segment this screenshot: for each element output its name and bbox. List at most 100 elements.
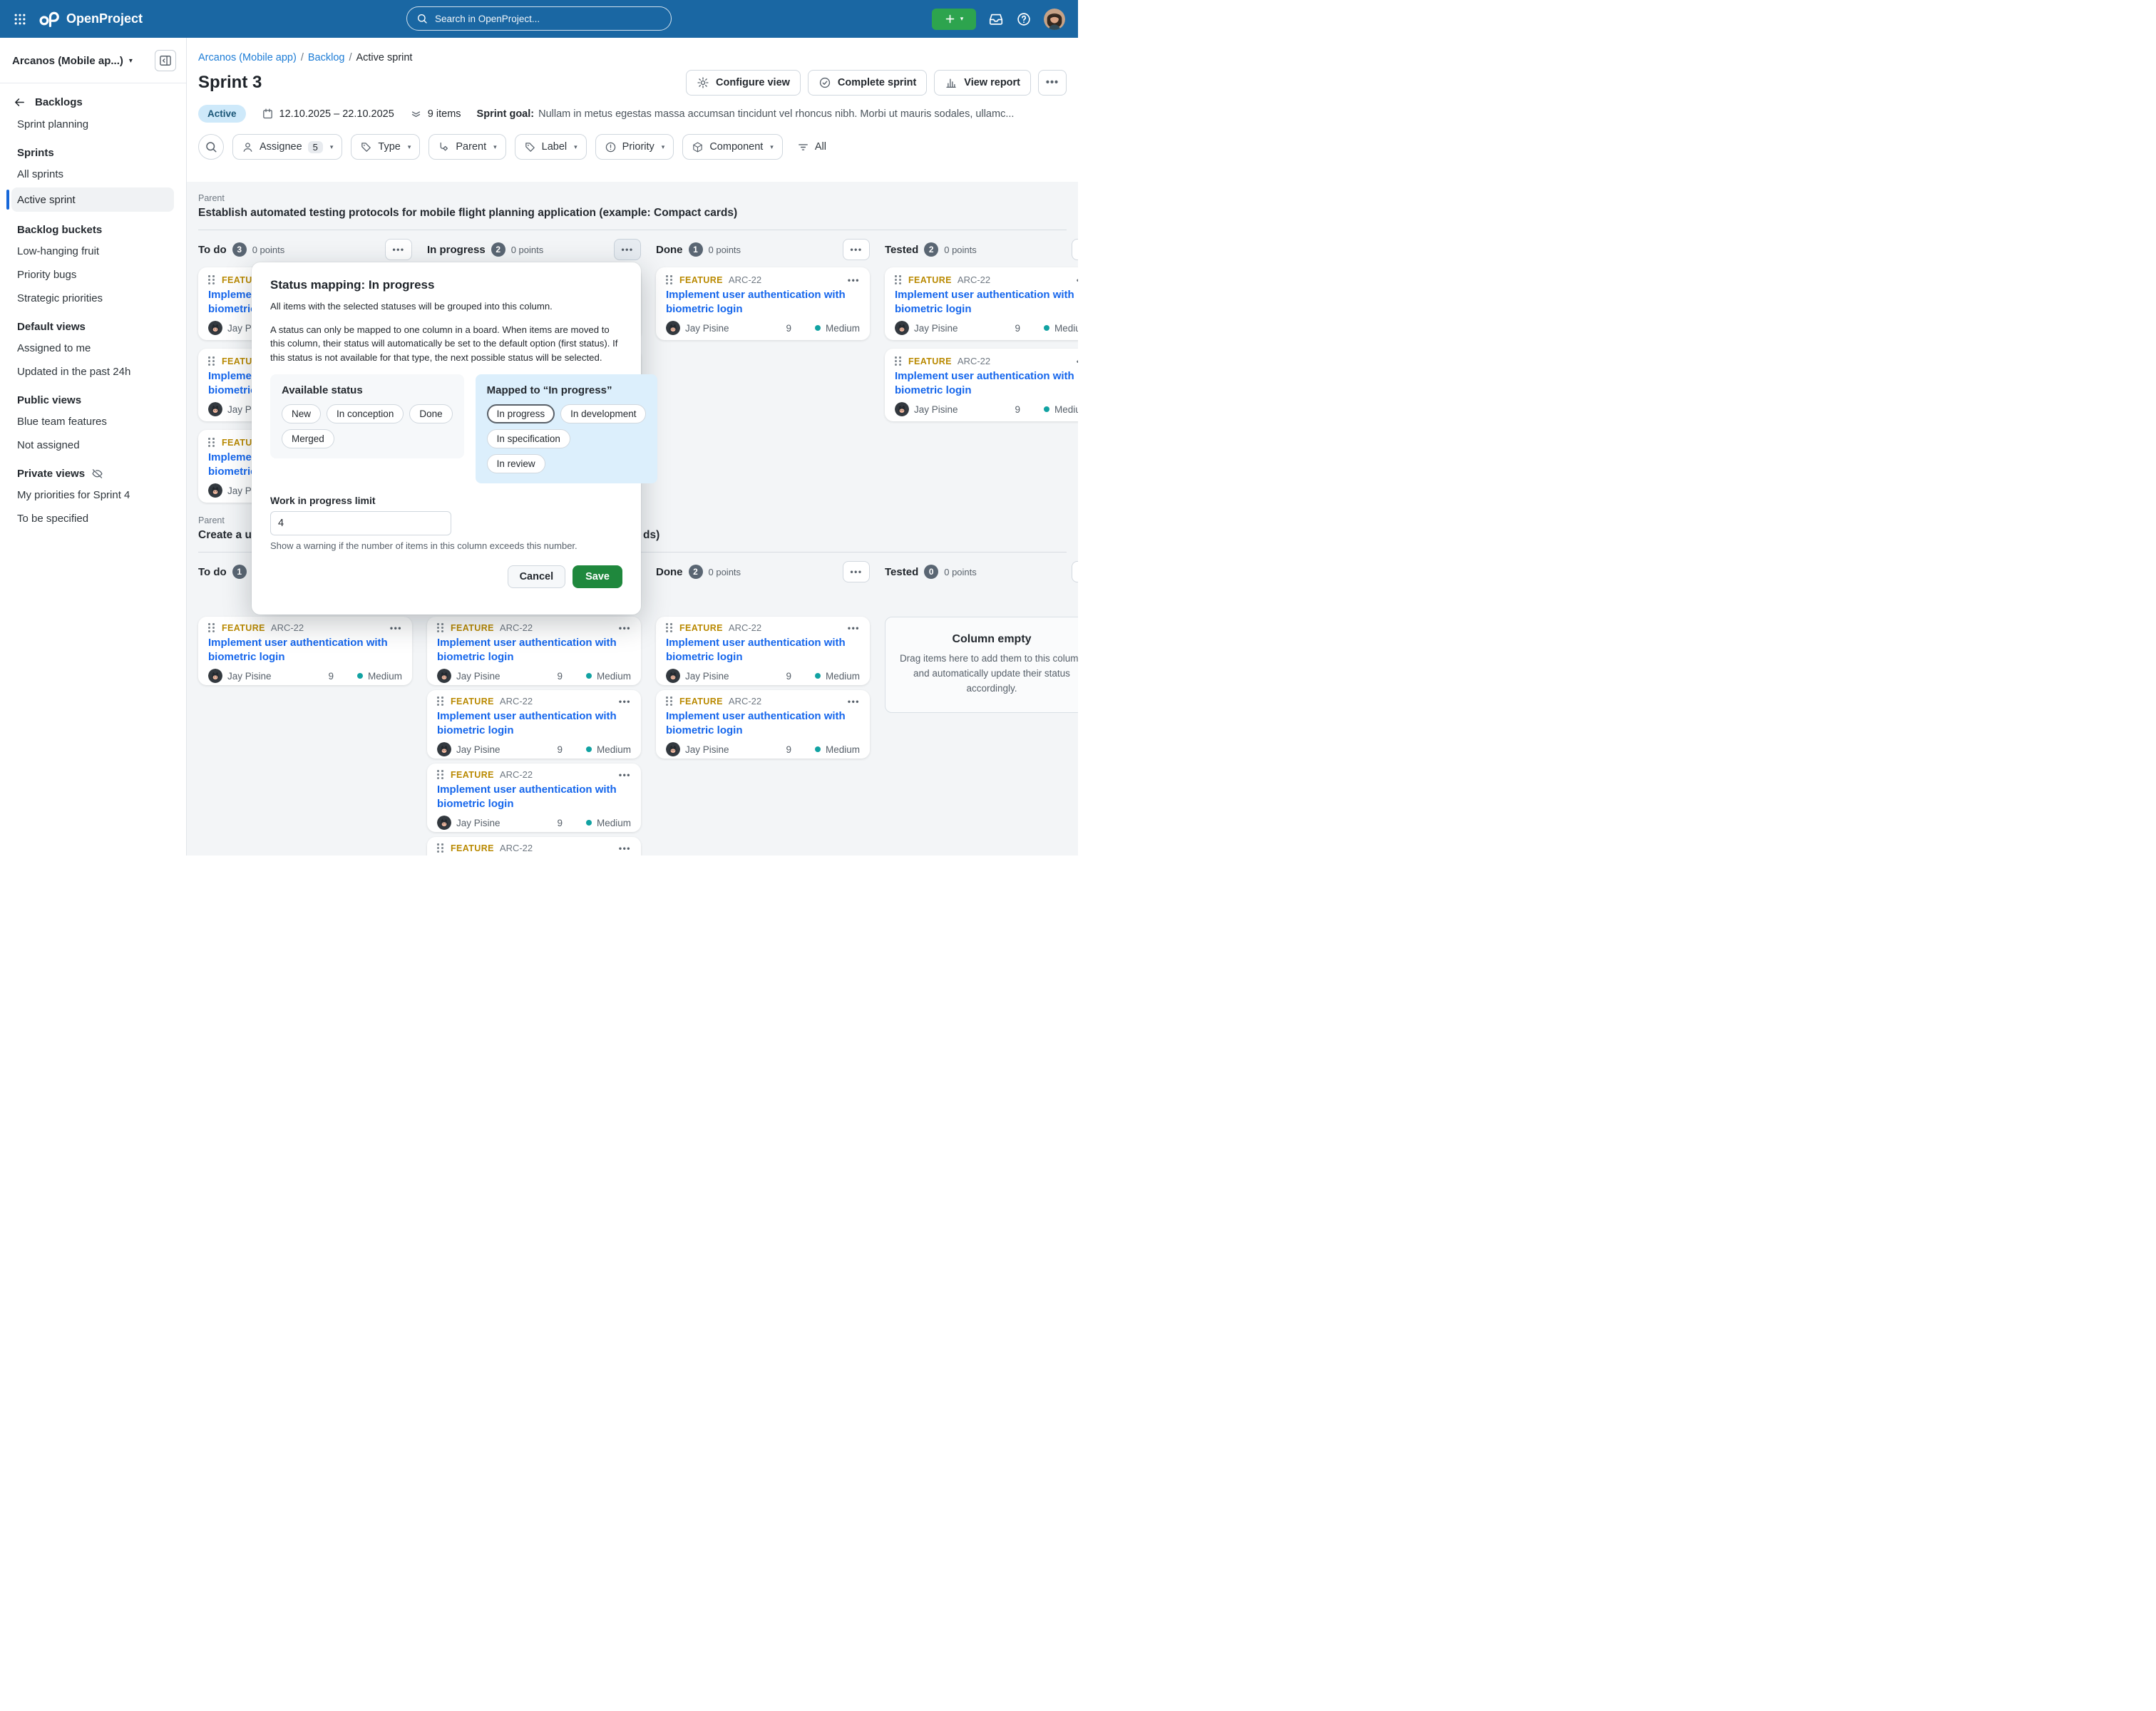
- complete-sprint-button[interactable]: Complete sprint: [808, 70, 927, 96]
- drag-handle-icon[interactable]: [666, 275, 674, 284]
- status-pill-in-progress[interactable]: In progress: [487, 404, 555, 423]
- work-item-card[interactable]: FEATUREARC-22•••Implement user authentic…: [427, 764, 641, 832]
- sidebar-item-assigned-to-me[interactable]: Assigned to me: [0, 336, 186, 360]
- drag-handle-icon[interactable]: [208, 275, 216, 284]
- status-pill-new[interactable]: New: [282, 404, 321, 423]
- drag-handle-icon[interactable]: [895, 356, 903, 366]
- breadcrumb-backlog-link[interactable]: Backlog: [308, 52, 345, 63]
- work-item-link[interactable]: Implement user authentication with biome…: [666, 288, 860, 317]
- card-menu-button[interactable]: •••: [390, 623, 402, 633]
- filter-label[interactable]: Label▾: [515, 134, 587, 160]
- sidebar-item-sprint-planning[interactable]: Sprint planning: [0, 113, 186, 136]
- card-menu-button[interactable]: •••: [1077, 356, 1078, 366]
- filter-priority[interactable]: Priority▾: [595, 134, 674, 160]
- breadcrumb-project-link[interactable]: Arcanos (Mobile app): [198, 52, 297, 63]
- global-search[interactable]: [406, 6, 672, 31]
- work-item-link[interactable]: Implement user authentication with biome…: [437, 783, 631, 811]
- card-menu-button[interactable]: •••: [619, 623, 631, 633]
- work-item-card[interactable]: FEATUREARC-22•••Implement user authentic…: [656, 690, 870, 759]
- work-item-card[interactable]: FEATUREARC-22•••Implement user authentic…: [427, 837, 641, 856]
- collapse-sidebar-button[interactable]: [155, 50, 176, 71]
- drag-handle-icon[interactable]: [895, 275, 903, 284]
- notifications-inbox-icon[interactable]: [988, 11, 1004, 27]
- more-actions-button[interactable]: •••: [1038, 70, 1067, 96]
- work-item-link[interactable]: Implement user authentication with biome…: [437, 709, 631, 738]
- work-item-link[interactable]: Implement user authentication with biome…: [666, 709, 860, 738]
- card-menu-button[interactable]: •••: [619, 770, 631, 780]
- drag-handle-icon[interactable]: [437, 623, 445, 632]
- work-item-link[interactable]: Implement user authentication with biome…: [208, 636, 402, 664]
- drag-handle-icon[interactable]: [437, 843, 445, 853]
- user-avatar[interactable]: [1044, 9, 1065, 30]
- sidebar-item-blue-team-features[interactable]: Blue team features: [0, 410, 186, 433]
- work-item-card[interactable]: FEATUREARC-22•••Implement user authentic…: [198, 617, 412, 685]
- help-icon[interactable]: [1016, 11, 1032, 27]
- work-item-card[interactable]: FEATUREARC-22•••Implement user authentic…: [885, 349, 1078, 421]
- wip-limit-input[interactable]: [270, 511, 451, 535]
- sidebar-item-low-hanging-fruit[interactable]: Low-hanging fruit: [0, 240, 186, 263]
- card-menu-button[interactable]: •••: [848, 623, 860, 633]
- drag-handle-icon[interactable]: [666, 623, 674, 632]
- project-selector[interactable]: Arcanos (Mobile ap...) ▾: [0, 38, 186, 81]
- filter-parent[interactable]: Parent▾: [428, 134, 505, 160]
- empty-state-title: Column empty: [898, 633, 1078, 646]
- card-menu-button[interactable]: •••: [1077, 275, 1078, 285]
- work-item-card[interactable]: FEATUREARC-22•••Implement user authentic…: [427, 617, 641, 685]
- work-item-link[interactable]: Implement user authentication with biome…: [895, 369, 1078, 398]
- work-item-card[interactable]: FEATUREARC-22•••Implement user authentic…: [656, 267, 870, 340]
- drag-handle-icon[interactable]: [208, 356, 216, 366]
- filter-assignee[interactable]: Assignee5▾: [232, 134, 342, 160]
- drag-handle-icon[interactable]: [666, 697, 674, 706]
- card-menu-button[interactable]: •••: [619, 697, 631, 707]
- cube-icon: [692, 141, 704, 153]
- card-menu-button[interactable]: •••: [619, 843, 631, 853]
- column-menu-button[interactable]: •••: [1072, 561, 1078, 582]
- filter-component[interactable]: Component▾: [682, 134, 783, 160]
- filter-search-button[interactable]: [198, 134, 224, 160]
- sidebar-item-all-sprints[interactable]: All sprints: [0, 163, 186, 186]
- column-menu-button[interactable]: •••: [385, 239, 412, 260]
- status-pill-in-development[interactable]: In development: [560, 404, 646, 423]
- filter-all[interactable]: All: [797, 141, 826, 153]
- cancel-button[interactable]: Cancel: [508, 565, 566, 588]
- save-button[interactable]: Save: [573, 565, 622, 588]
- work-item-card[interactable]: FEATUREARC-22•••Implement user authentic…: [656, 617, 870, 685]
- column-menu-button[interactable]: •••: [843, 561, 870, 582]
- sidebar-item-to-be-specified[interactable]: To be specified: [0, 507, 186, 530]
- openproject-logo[interactable]: OpenProject: [38, 10, 143, 29]
- status-pill-in-conception[interactable]: In conception: [327, 404, 404, 423]
- status-pill-in-specification[interactable]: In specification: [487, 429, 570, 448]
- work-item-type: FEATURE: [222, 623, 265, 633]
- assignee-name: Jay Pisine: [456, 671, 552, 682]
- column-menu-button[interactable]: •••: [1072, 239, 1078, 260]
- sidebar-item-strategic-priorities[interactable]: Strategic priorities: [0, 287, 186, 310]
- sidebar-item-priority-bugs[interactable]: Priority bugs: [0, 263, 186, 287]
- work-item-card[interactable]: FEATUREARC-22•••Implement user authentic…: [885, 267, 1078, 340]
- global-search-input[interactable]: [433, 13, 662, 25]
- sidebar-item-updated-in-the-past-24h[interactable]: Updated in the past 24h: [0, 360, 186, 384]
- drag-handle-icon[interactable]: [208, 438, 216, 447]
- work-item-link[interactable]: Implement user authentication with biome…: [437, 636, 631, 664]
- drag-handle-icon[interactable]: [437, 697, 445, 706]
- drag-handle-icon[interactable]: [437, 770, 445, 779]
- sidebar-item-not-assigned[interactable]: Not assigned: [0, 433, 186, 457]
- filter-type[interactable]: Type▾: [351, 134, 420, 160]
- column-menu-button[interactable]: •••: [614, 239, 641, 260]
- global-add-button[interactable]: ▾: [932, 9, 976, 30]
- status-pill-merged[interactable]: Merged: [282, 429, 334, 448]
- app-grid-icon[interactable]: [13, 12, 27, 26]
- status-pill-in-review[interactable]: In review: [487, 454, 545, 473]
- configure-view-button[interactable]: Configure view: [686, 70, 801, 96]
- drag-handle-icon[interactable]: [208, 623, 216, 632]
- work-item-card[interactable]: FEATUREARC-22•••Implement user authentic…: [427, 690, 641, 759]
- sidebar-item-active-sprint[interactable]: Active sprint: [11, 187, 174, 212]
- work-item-link[interactable]: Implement user authentication with biome…: [895, 288, 1078, 317]
- column-menu-button[interactable]: •••: [843, 239, 870, 260]
- view-report-button[interactable]: View report: [934, 70, 1031, 96]
- card-menu-button[interactable]: •••: [848, 697, 860, 707]
- status-pill-done[interactable]: Done: [409, 404, 452, 423]
- card-menu-button[interactable]: •••: [848, 275, 860, 285]
- sidebar-back-backlogs[interactable]: Backlogs: [0, 92, 186, 113]
- work-item-link[interactable]: Implement user authentication with biome…: [666, 636, 860, 664]
- sidebar-item-my-priorities-for-sprint-4[interactable]: My priorities for Sprint 4: [0, 483, 186, 507]
